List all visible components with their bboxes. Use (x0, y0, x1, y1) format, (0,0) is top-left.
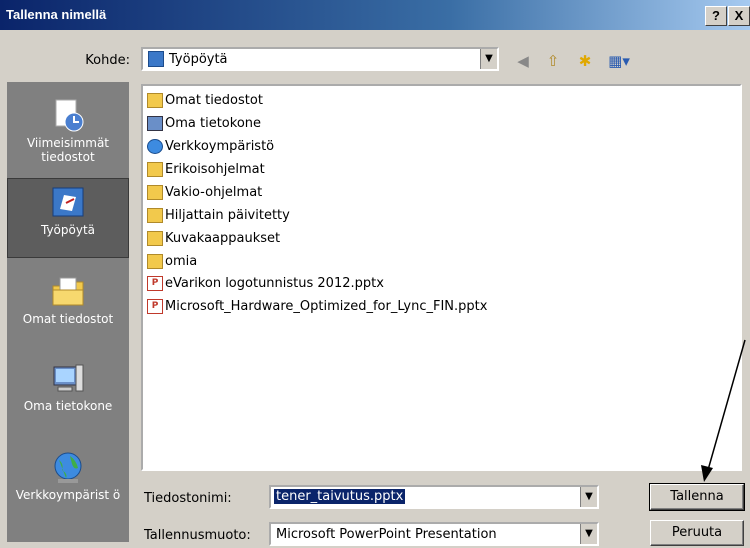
place-label: Työpöytä (40, 223, 96, 237)
folder-icon (147, 230, 163, 246)
cancel-button[interactable]: Peruuta (650, 520, 744, 546)
look-in-value: Työpöytä (169, 52, 228, 67)
chevron-down-icon[interactable]: ▼ (580, 524, 597, 544)
list-item[interactable]: Erikoisohjelmat (147, 159, 265, 179)
list-item[interactable]: P Microsoft_Hardware_Optimized_for_Lync_F… (147, 296, 487, 316)
list-item[interactable]: omia (147, 251, 197, 271)
list-item[interactable]: PeVarikon logotunnistus 2012.pptx (147, 273, 384, 293)
places-bar: Viimeisimmät tiedostot Työpöytä Omat tie… (7, 82, 129, 542)
computer-icon (53, 364, 84, 392)
documents-folder-icon (52, 277, 84, 306)
back-icon[interactable]: ◀ (513, 51, 533, 71)
place-label: Viimeisimmät tiedostot (26, 136, 110, 164)
list-item[interactable]: Kuvakaappaukset (147, 228, 280, 248)
list-item[interactable]: Oma tietokone (147, 113, 261, 133)
recent-documents-icon (55, 99, 84, 132)
filename-field[interactable]: tener_taivutus.pptx ▼ (269, 485, 599, 509)
list-item[interactable]: Verkkoympäristö (147, 136, 274, 156)
filetype-label: Tallennusmuoto: (144, 528, 251, 543)
look-in-combo[interactable]: Työpöytä ▼ (141, 47, 499, 71)
place-my-documents[interactable]: Omat tiedostot (7, 268, 129, 348)
filetype-select[interactable]: Microsoft PowerPoint Presentation ▼ (269, 522, 599, 546)
views-menu-icon[interactable]: ▦▾ (604, 51, 634, 71)
chevron-down-icon[interactable]: ▼ (480, 49, 497, 69)
folder-icon (147, 207, 163, 223)
pptx-file-icon: P (147, 275, 163, 291)
list-item[interactable]: Omat tiedostot (147, 90, 263, 110)
folder-icon (147, 184, 163, 200)
place-recent[interactable]: Viimeisimmät tiedostot (7, 92, 129, 172)
folder-icon (147, 161, 163, 177)
desktop-icon (52, 187, 84, 217)
place-label: Omat tiedostot (22, 312, 114, 326)
pptx-file-icon: P (147, 298, 163, 314)
network-icon (54, 452, 82, 483)
up-folder-icon[interactable]: ⇧ (543, 51, 563, 71)
window-title: Tallenna nimellä (6, 7, 107, 22)
chevron-down-icon[interactable]: ▼ (580, 487, 597, 507)
place-label: Oma tietokone (23, 399, 113, 413)
help-button[interactable]: ? (705, 6, 727, 26)
look-in-label: Kohde: (85, 53, 130, 68)
network-icon (147, 138, 163, 154)
save-button[interactable]: Tallenna (649, 483, 745, 511)
place-label: Verkkoympärist ö (15, 488, 121, 502)
desktop-icon (148, 51, 164, 67)
place-network[interactable]: Verkkoympärist ö (7, 444, 129, 524)
new-folder-icon[interactable]: ✱ (575, 51, 595, 71)
place-desktop[interactable]: Työpöytä (7, 178, 129, 258)
filename-label: Tiedostonimi: (144, 491, 232, 506)
folder-icon (147, 253, 163, 269)
computer-icon (147, 115, 163, 131)
list-item[interactable]: Hiljattain päivitetty (147, 205, 290, 225)
file-list[interactable]: Omat tiedostot Oma tietokone Verkkoympär… (141, 84, 742, 471)
list-item[interactable]: Vakio-ohjelmat (147, 182, 262, 202)
filename-value: tener_taivutus.pptx (274, 489, 406, 504)
place-my-computer[interactable]: Oma tietokone (7, 355, 129, 435)
documents-folder-icon (147, 92, 163, 108)
title-bar[interactable]: Tallenna nimellä ? X (0, 0, 750, 30)
filetype-value: Microsoft PowerPoint Presentation (276, 527, 497, 542)
close-button[interactable]: X (728, 6, 750, 26)
